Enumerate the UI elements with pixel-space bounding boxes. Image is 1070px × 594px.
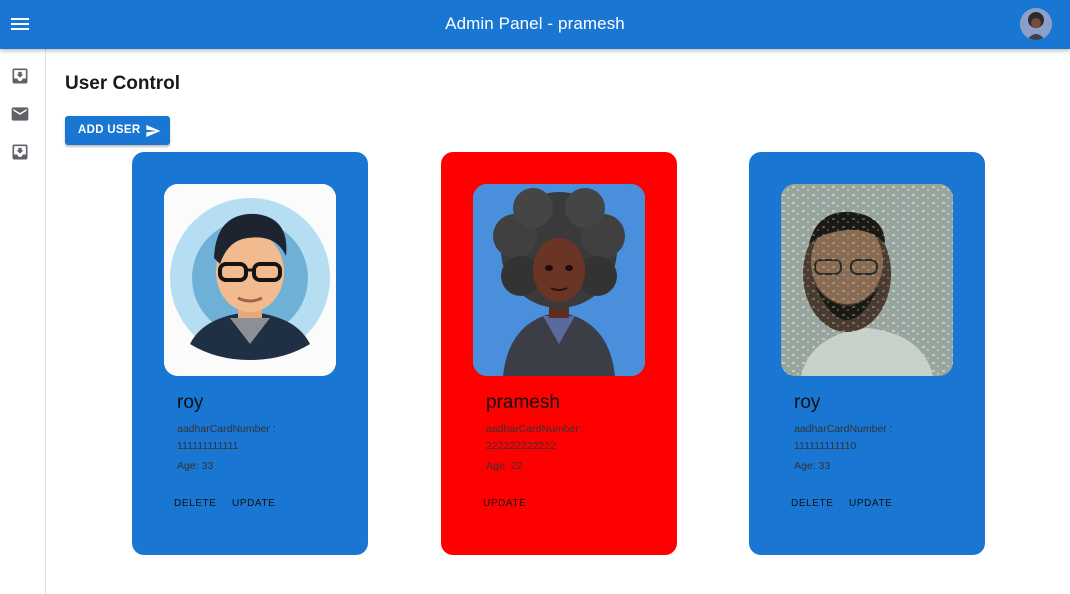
add-user-button[interactable]: ADD USER xyxy=(65,116,170,145)
age-label: Age: xyxy=(794,460,816,472)
mail-icon[interactable] xyxy=(10,104,30,124)
age-value: 22 xyxy=(510,460,523,472)
user-photo xyxy=(781,184,953,376)
user-card: pramesh aadharCardNumber : 222222222222 … xyxy=(441,152,677,555)
aadhar-label: aadharCardNumber : xyxy=(177,423,276,435)
user-card: roy aadharCardNumber : 111111111111 Age:… xyxy=(132,152,368,555)
delete-button[interactable]: DELETE xyxy=(174,498,217,509)
user-card: roy aadharCardNumber : 111111111110 Age:… xyxy=(749,152,985,555)
update-button[interactable]: UPDATE xyxy=(483,498,526,509)
age-row: Age: 33 xyxy=(177,460,213,472)
age-value: 33 xyxy=(818,460,831,472)
user-name: pramesh xyxy=(486,392,560,413)
user-photo xyxy=(164,184,336,376)
age-value: 33 xyxy=(201,460,214,472)
age-row: Age: 33 xyxy=(794,460,830,472)
side-drawer xyxy=(0,49,46,594)
aadhar-label: aadharCardNumber : xyxy=(486,423,585,435)
page-title: User Control xyxy=(65,73,181,94)
user-name: roy xyxy=(794,392,821,413)
add-user-label: ADD USER xyxy=(78,124,141,136)
age-row: Age: 22 xyxy=(486,460,522,472)
app-bar: Admin Panel - pramesh xyxy=(0,0,1070,49)
aadhar-label: aadharCardNumber : xyxy=(794,423,893,435)
move-to-inbox-icon[interactable] xyxy=(10,142,30,162)
send-icon xyxy=(145,123,161,139)
delete-button[interactable]: DELETE xyxy=(791,498,834,509)
user-avatar-icon[interactable] xyxy=(1020,8,1052,40)
move-to-inbox-icon[interactable] xyxy=(10,66,30,86)
user-name: roy xyxy=(177,392,204,413)
user-photo xyxy=(473,184,645,376)
aadhar-value: 222222222222 xyxy=(486,440,557,452)
aadhar-value: 111111111111 xyxy=(177,440,239,452)
age-label: Age: xyxy=(177,460,199,472)
age-label: Age: xyxy=(486,460,508,472)
aadhar-value: 111111111110 xyxy=(794,440,857,452)
update-button[interactable]: UPDATE xyxy=(232,498,275,509)
app-title: Admin Panel - pramesh xyxy=(445,14,625,33)
update-button[interactable]: UPDATE xyxy=(849,498,892,509)
